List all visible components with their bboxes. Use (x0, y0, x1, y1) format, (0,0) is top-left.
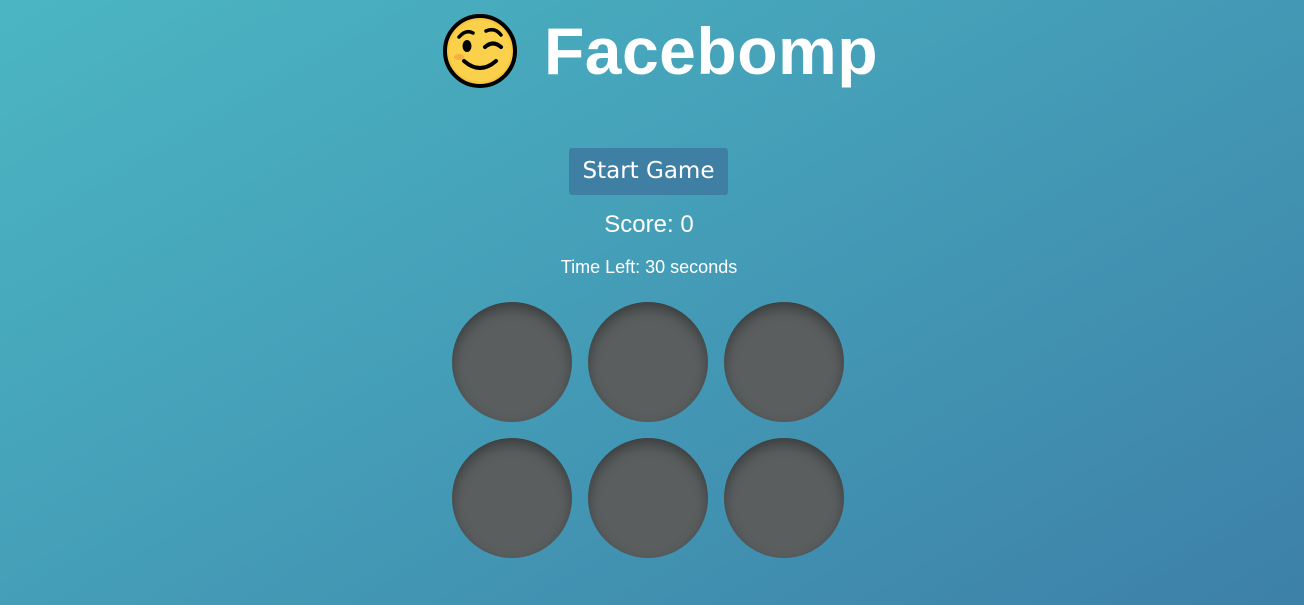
winking-face-icon (442, 14, 517, 88)
time-left-value: 30 (645, 257, 666, 277)
hole-5[interactable] (588, 438, 708, 558)
header: Facebomp (0, 12, 1304, 90)
page-title: Facebomp (543, 14, 879, 88)
hole-4[interactable] (452, 438, 572, 558)
start-game-button[interactable]: Start Game (569, 148, 728, 195)
game-board (452, 302, 844, 558)
hole-2[interactable] (588, 302, 708, 422)
hole-1[interactable] (452, 302, 572, 422)
score-value: 0 (680, 211, 694, 238)
time-left-prefix: Time Left: (560, 257, 646, 277)
hole-3[interactable] (724, 302, 844, 422)
time-left-suffix: seconds (665, 257, 738, 277)
score-display: Score: 0 (0, 209, 1298, 241)
time-left-display: Time Left: 30 seconds (0, 256, 1298, 278)
score-label: Score: (604, 211, 681, 238)
hole-6[interactable] (724, 438, 844, 558)
